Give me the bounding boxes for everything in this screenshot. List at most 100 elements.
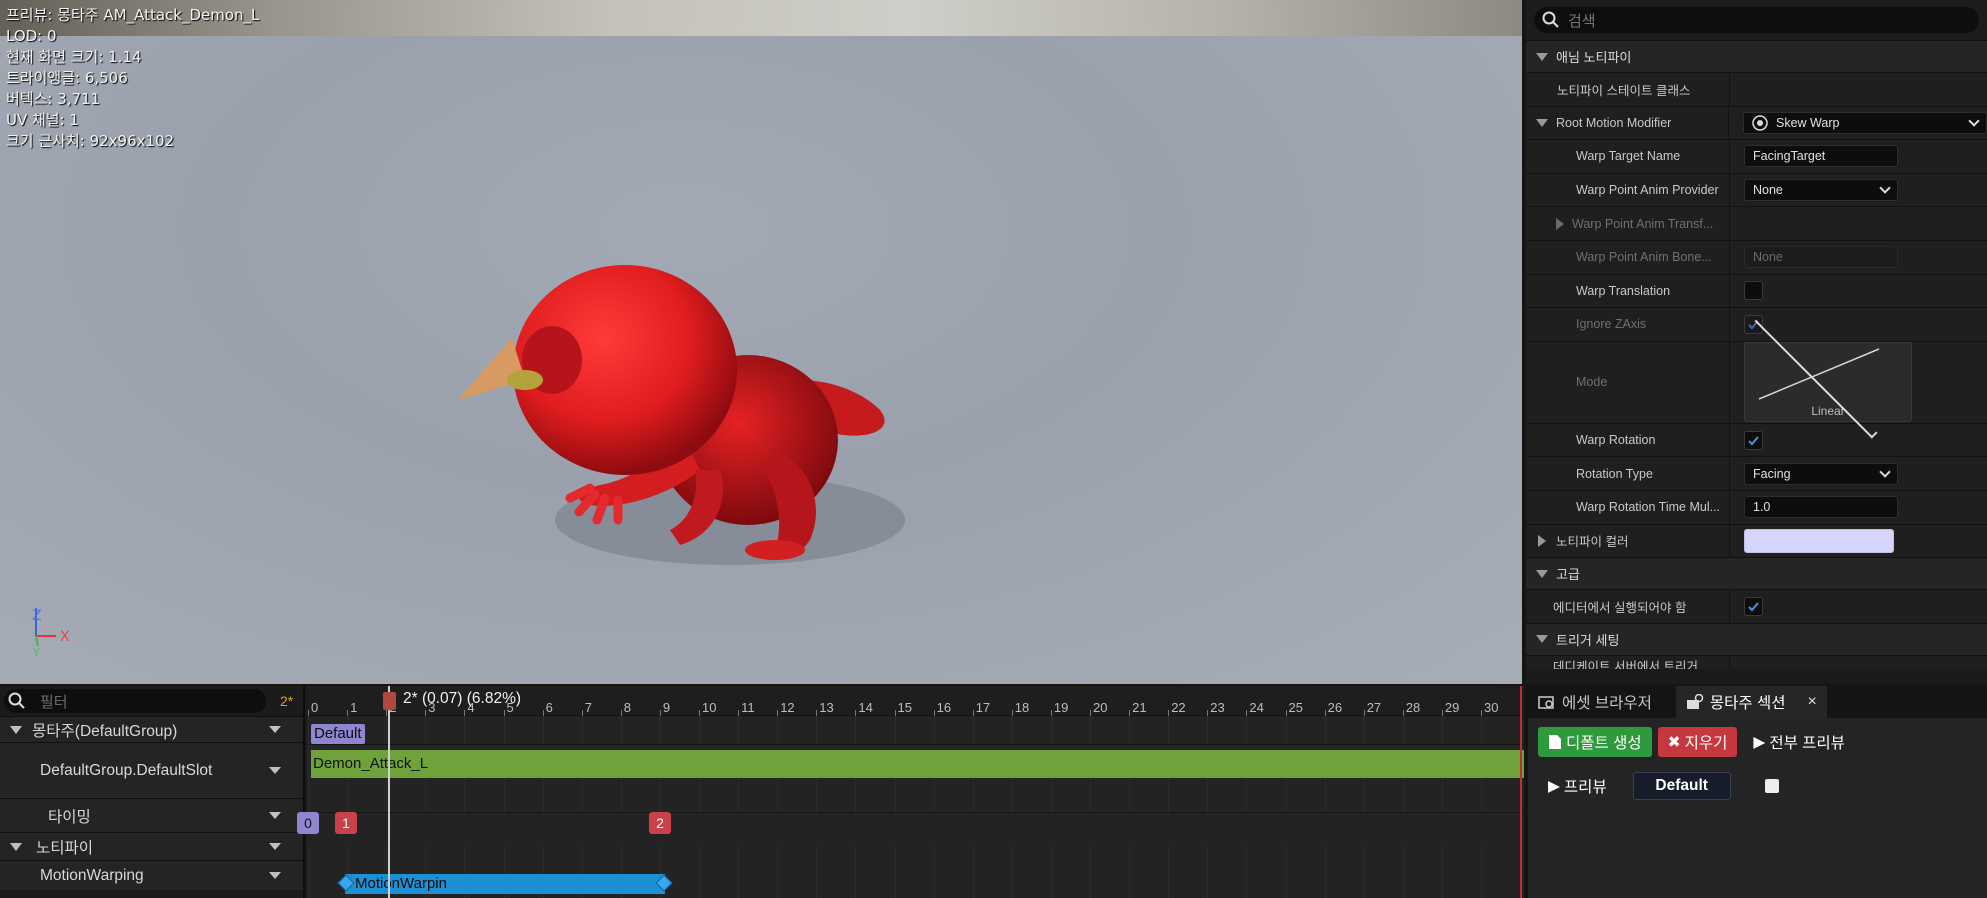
demon-character-model <box>458 265 905 565</box>
warp-rotation-checkbox[interactable] <box>1744 430 1763 450</box>
ruler-tick-label: 16 <box>936 700 952 715</box>
timeline-track-area[interactable]: 0123456789101112131415161718192021222324… <box>297 686 1524 898</box>
section-advanced-label: 고급 <box>1556 567 1580 583</box>
track-dropdown-icon[interactable] <box>269 767 281 774</box>
timeline-end-marker <box>1520 686 1522 898</box>
details-search-bar: 검색 <box>1526 0 1987 40</box>
ruler-tick-label: 20 <box>1093 700 1108 715</box>
rotation-type-dropdown[interactable]: Facing <box>1744 462 1898 485</box>
preview-all-button[interactable]: ▶ 전부 프리뷰 <box>1743 727 1855 757</box>
expand-arrow-icon[interactable] <box>1536 118 1548 127</box>
section-loop-checkbox[interactable] <box>1764 779 1779 793</box>
prop-rotation-type: Rotation Type Facing <box>1526 456 1987 490</box>
track-notifies[interactable]: 노티파이 <box>0 832 303 860</box>
clear-button[interactable]: ✖ 지우기 <box>1657 727 1738 757</box>
track-filter-input[interactable]: 필터 <box>4 689 266 713</box>
create-default-label: 디폴트 생성 <box>1566 735 1642 752</box>
ruler-tick-label: 15 <box>897 700 912 715</box>
viewport-info-overlay: 프리뷰: 몽타주 AM_Attack_Demon_L LOD: 0 현재 화면 … <box>6 5 259 152</box>
track-montage-group[interactable]: 몽타주(DefaultGroup) <box>0 716 303 742</box>
montage-panel-tabs: 에셋 브라우저 몽타주 섹션 × <box>1528 686 1987 718</box>
root-motion-modifier-value: Skew Warp <box>1776 115 1840 130</box>
prop-warp-point-anim-transform: Warp Point Anim Transf... <box>1526 206 1987 240</box>
preview-label: 프리뷰 <box>1563 779 1607 796</box>
tab-montage-sections[interactable]: 몽타주 섹션 × <box>1675 686 1827 718</box>
track-list: 필터 2* 몽타주(DefaultGroup) DefaultGroup.Def… <box>0 686 305 898</box>
ruler-tick-label: 8 <box>623 700 632 715</box>
chevron-down-icon <box>1968 115 1980 127</box>
timing-marker-0[interactable]: 0 <box>297 812 319 834</box>
preview-viewport[interactable]: 프리뷰: 몽타주 AM_Attack_Demon_L LOD: 0 현재 화면 … <box>0 0 1522 684</box>
section-default-button[interactable]: Default <box>1632 772 1731 800</box>
document-icon <box>1549 735 1561 749</box>
details-panel: 검색 애님 노티파이 노티파이 스테이트 클래스 Root Motion Mod… <box>1526 0 1987 684</box>
warp-point-anim-bone-input: None <box>1744 246 1898 269</box>
prop-label-wrap: Warp Point Anim Transf... <box>1526 207 1730 240</box>
axis-x-label: X <box>60 629 70 645</box>
montage-actions-row: 디폴트 생성 ✖ 지우기 ▶ 전부 프리뷰 <box>1528 722 1987 762</box>
timing-marker-1[interactable]: 1 <box>335 812 357 834</box>
ruler-tick-label: 24 <box>1249 700 1264 715</box>
root-motion-modifier-dropdown[interactable]: Skew Warp <box>1743 111 1987 134</box>
montage-sections-icon <box>1686 694 1704 709</box>
timing-marker-2[interactable]: 2 <box>649 812 671 834</box>
track-motion-warping[interactable]: MotionWarping <box>0 860 303 890</box>
prop-label: 에디터에서 실행되어야 함 <box>1526 590 1730 623</box>
track-montage-group-label: 몽타주(DefaultGroup) <box>32 722 178 740</box>
should-fire-in-editor-checkbox[interactable] <box>1744 596 1763 616</box>
track-dropdown-icon[interactable] <box>269 872 281 879</box>
prop-warp-rotation-time-mul: Warp Rotation Time Mul... 1.0 <box>1526 489 1987 524</box>
prop-mode: Mode Linear <box>1526 315 1987 439</box>
playhead-line[interactable] <box>388 686 390 898</box>
track-timing[interactable]: 타이밍 <box>0 798 303 832</box>
track-dropdown-icon[interactable] <box>269 812 281 819</box>
track-filter-placeholder: 필터 <box>40 693 68 711</box>
ruler-tick-label: 19 <box>1053 700 1069 715</box>
expand-arrow-icon[interactable] <box>1538 534 1546 547</box>
prop-label: Warp Rotation Time Mul... <box>1526 490 1730 524</box>
create-default-button[interactable]: 디폴트 생성 <box>1538 727 1652 757</box>
track-slot[interactable]: DefaultGroup.DefaultSlot <box>0 742 303 798</box>
playhead-handle[interactable] <box>383 692 396 710</box>
preview-button[interactable]: ▶ 프리뷰 <box>1548 771 1617 801</box>
prop-warp-point-anim-bone: Warp Point Anim Bone... None <box>1526 239 1987 274</box>
track-filter-bar: 필터 2* <box>0 686 303 716</box>
warp-rotation-time-mul-input[interactable]: 1.0 <box>1744 496 1898 519</box>
rotation-type-value: Facing <box>1753 466 1791 481</box>
prop-label: 데디케이트 서버에서 트리거 <box>1526 655 1730 669</box>
section-trigger-settings[interactable]: 트리거 세팅 <box>1526 622 1987 655</box>
ruler-tick-label: 23 <box>1210 700 1225 715</box>
expand-arrow-icon <box>10 842 22 851</box>
track-notifies-label: 노티파이 <box>36 839 94 857</box>
class-icon <box>1752 115 1768 131</box>
notify-color-swatch[interactable] <box>1744 528 1894 553</box>
anim-segment[interactable]: Demon_Attack_L <box>311 750 1524 778</box>
ruler-tick-label: 0 <box>311 700 319 715</box>
warp-translation-checkbox[interactable] <box>1744 281 1763 301</box>
track-dropdown-icon[interactable] <box>269 726 281 733</box>
details-search-input[interactable]: 검색 <box>1534 7 1979 33</box>
tab-asset-browser[interactable]: 에셋 브라우저 <box>1528 686 1662 718</box>
info-uv-channels: UV 채널: 1 <box>6 111 79 129</box>
ruler-tick-label: 26 <box>1327 700 1343 715</box>
montage-section-default[interactable]: Default <box>311 724 365 744</box>
motion-warping-notify-state[interactable]: MotionWarpin <box>345 874 665 894</box>
prop-label: Ignore ZAxis <box>1526 308 1730 341</box>
mode-curve-dropdown[interactable]: Linear <box>1744 315 1912 439</box>
preview-all-label: 전부 프리뷰 <box>1769 735 1845 752</box>
section-anim-notify[interactable]: 애님 노티파이 <box>1526 40 1987 72</box>
warp-point-anim-provider-value: None <box>1753 183 1783 198</box>
warp-target-name-input[interactable]: FacingTarget <box>1744 145 1898 168</box>
info-approx-size: 크기 근사치: 92x96x102 <box>6 132 175 150</box>
expand-arrow-icon[interactable] <box>1556 217 1564 230</box>
warp-point-anim-provider-dropdown[interactable]: None <box>1744 179 1898 202</box>
x-icon: ✖ <box>1667 733 1681 751</box>
details-search-placeholder: 검색 <box>1568 12 1596 30</box>
prop-warp-point-anim-provider: Warp Point Anim Provider None <box>1526 172 1987 207</box>
section-advanced[interactable]: 고급 <box>1526 557 1987 590</box>
chevron-down-icon <box>1879 182 1891 194</box>
track-dropdown-icon[interactable] <box>269 843 281 850</box>
info-preview-title: 프리뷰: 몽타주 AM_Attack_Demon_L <box>6 6 260 24</box>
ruler-tick-label: 30 <box>1484 700 1499 715</box>
close-icon[interactable]: × <box>1807 693 1816 711</box>
